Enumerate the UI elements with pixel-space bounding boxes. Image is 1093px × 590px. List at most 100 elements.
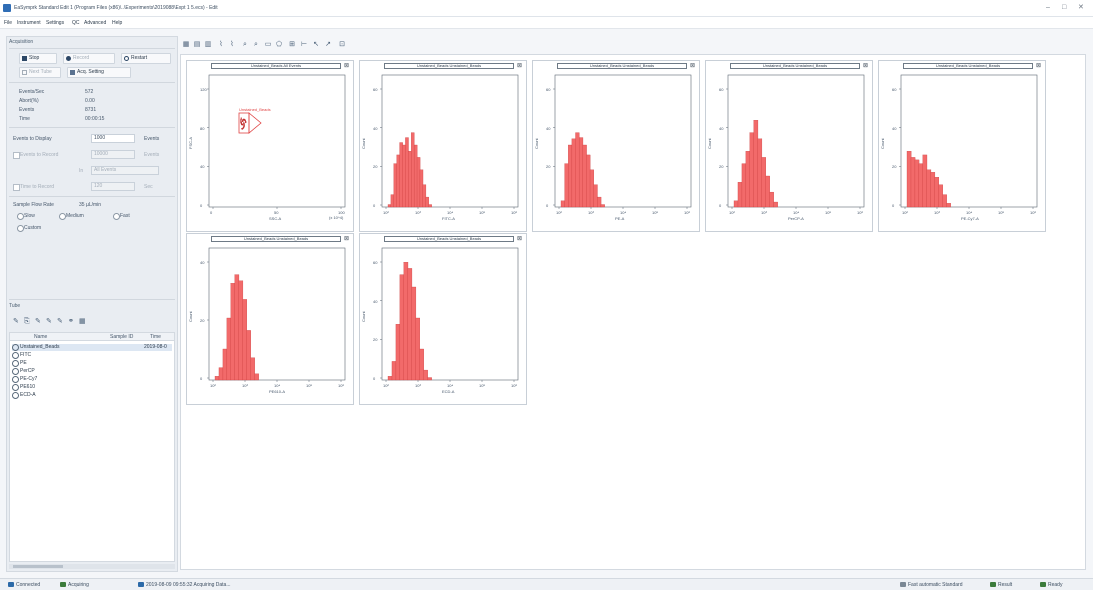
plot-panel[interactable]: Unstained_Beads Unstained_Beads ⊠ 10² 10³ 10… xyxy=(186,233,354,405)
plot-panel[interactable]: Unstained_Beads Unstained_Beads ⊠ 10² 10³ 10… xyxy=(532,60,700,232)
y-axis-label: Count xyxy=(361,311,366,322)
flow-medium-radio[interactable]: Medium xyxy=(59,213,84,220)
plot-panel[interactable]: Unstained_Beads All Events ⊠ 0 50 100 0 40 80 12… xyxy=(186,60,354,232)
x-tick-label: 10⁵ xyxy=(825,210,832,215)
grid-icon[interactable]: ▦ xyxy=(182,41,190,49)
plot-panel[interactable]: Unstained_Beads Unstained_Beads ⊠ 10² 10³ 10… xyxy=(359,60,527,232)
tube-header: Tube xyxy=(9,303,21,309)
divider xyxy=(9,48,175,49)
column-sample-id[interactable]: Sample ID xyxy=(110,334,133,340)
histogram-bin xyxy=(234,274,240,381)
poly-gate-icon[interactable]: ⬠ xyxy=(275,41,283,49)
plot-axes xyxy=(208,74,346,208)
zoom-out-icon[interactable]: ⌕ xyxy=(252,41,260,49)
histogram-bin xyxy=(753,120,759,208)
menu-qc[interactable]: QC xyxy=(72,20,80,26)
plot-close-icon[interactable]: ⊠ xyxy=(690,62,695,69)
plot-close-icon[interactable]: ⊠ xyxy=(517,235,522,242)
link-icon[interactable]: ⚭ xyxy=(68,318,75,326)
new-tube-icon[interactable]: ✎ xyxy=(13,318,20,326)
x-tick-label: 10² xyxy=(383,383,389,388)
restart-button[interactable]: Restart xyxy=(121,53,171,64)
y-tick-label: 120 xyxy=(200,87,207,92)
fit-icon[interactable]: ⊡ xyxy=(338,41,346,49)
zoom-in-icon[interactable]: ⌕ xyxy=(241,41,249,49)
x-tick-label: 10⁶ xyxy=(1030,210,1037,215)
stats-icon[interactable]: ▥ xyxy=(204,41,212,49)
flow-slow-radio[interactable]: Slow xyxy=(17,213,35,220)
histogram-bin xyxy=(405,137,409,208)
plot-close-icon[interactable]: ⊠ xyxy=(344,62,349,69)
time-to-record-checkbox[interactable]: Time to Record xyxy=(13,184,54,191)
pencil-icon[interactable]: ✎ xyxy=(46,318,53,326)
maximize-button[interactable]: □ xyxy=(1062,4,1066,12)
histogram-bin xyxy=(214,376,220,381)
pointer-icon[interactable]: ↖ xyxy=(312,41,320,49)
histogram-bin xyxy=(416,157,421,208)
layout-icon[interactable]: ▤ xyxy=(193,41,201,49)
histogram-bin xyxy=(238,280,244,381)
time-to-record-input[interactable]: 120 xyxy=(91,182,135,191)
plot-panel[interactable]: Unstained_Beads Unstained_Beads ⊠ 10² 10³ 10… xyxy=(878,60,1046,232)
edit-tube-icon[interactable]: ✎ xyxy=(35,318,42,326)
line-icon[interactable]: ⌇ xyxy=(228,41,236,49)
plot-panel[interactable]: Unstained_Beads Unstained_Beads ⊠ 10² 10³ 10… xyxy=(705,60,873,232)
tube-row[interactable]: PerCP xyxy=(12,368,172,375)
stop-button[interactable]: Stop xyxy=(19,53,57,64)
plot-close-icon[interactable]: ⊠ xyxy=(1036,62,1041,69)
pencil-icon[interactable]: ✎ xyxy=(57,318,64,326)
line-icon[interactable]: ⌇ xyxy=(217,41,225,49)
tube-list-scrollbar[interactable] xyxy=(9,564,175,569)
menu-advanced[interactable]: Advanced xyxy=(84,20,106,26)
plot-close-icon[interactable]: ⊠ xyxy=(344,235,349,242)
rect-gate-icon[interactable]: ▭ xyxy=(264,41,272,49)
divider xyxy=(9,127,175,128)
status-ready: Ready xyxy=(1040,582,1062,588)
tube-row[interactable]: PE-Cy7 xyxy=(12,376,172,383)
events-to-record-checkbox[interactable]: Events to Record xyxy=(13,152,58,159)
record-button[interactable]: Record xyxy=(63,53,115,64)
stop-label: Stop xyxy=(29,55,40,61)
x-tick-label: 10⁴ xyxy=(447,383,454,388)
flow-custom-radio[interactable]: Custom xyxy=(17,225,41,232)
gate-handle[interactable] xyxy=(248,112,262,134)
hist-gate-icon[interactable]: ⊢ xyxy=(300,41,308,49)
plot-title: Unstained_Beads Unstained_Beads xyxy=(557,63,687,69)
scatter-point xyxy=(243,124,245,127)
close-button[interactable]: ✕ xyxy=(1078,4,1084,12)
next-tube-button[interactable]: Next Tube xyxy=(19,67,61,78)
copy-tube-icon[interactable]: ⎘ xyxy=(24,318,31,326)
plot-panel[interactable]: Unstained_Beads Unstained_Beads ⊠ 10² 10³ 10… xyxy=(359,233,527,405)
x-tick-label: 10⁵ xyxy=(479,210,486,215)
x-tick-label: 10² xyxy=(729,210,735,215)
column-time[interactable]: Time xyxy=(150,334,161,340)
flow-fast-radio[interactable]: Fast xyxy=(113,213,130,220)
tube-row[interactable]: PE xyxy=(12,360,172,367)
x-tick-label: 10⁶ xyxy=(857,210,864,215)
flow-rate-label: Sample Flow Rate xyxy=(13,202,54,208)
tube-row[interactable]: FITC xyxy=(12,352,172,359)
arrow-icon[interactable]: ↗ xyxy=(324,41,332,49)
plot-close-icon[interactable]: ⊠ xyxy=(517,62,522,69)
status-standard: Fast automatic Standard xyxy=(900,582,962,588)
tube-row[interactable]: PE610 xyxy=(12,384,172,391)
events-to-display-input[interactable]: 1000 xyxy=(91,134,135,143)
y-axis-label: Count xyxy=(361,138,366,149)
acq-setting-button[interactable]: Acq. Setting xyxy=(67,67,131,78)
scatter-point xyxy=(240,118,242,121)
menu-instrument[interactable]: Instrument xyxy=(17,20,41,26)
menu-file[interactable]: File xyxy=(4,20,12,26)
minimize-button[interactable]: – xyxy=(1046,4,1050,12)
scroll-thumb[interactable] xyxy=(13,565,63,568)
quad-gate-icon[interactable]: ⊞ xyxy=(288,41,296,49)
events-to-record-input[interactable]: 10000 xyxy=(91,150,135,159)
plot-close-icon[interactable]: ⊠ xyxy=(863,62,868,69)
tube-row[interactable]: ECD-A xyxy=(12,392,172,399)
gate-label[interactable]: Unstained_Beads xyxy=(239,107,271,112)
menu-help[interactable]: Help xyxy=(112,20,122,26)
tube-row[interactable]: Unstained_Beads 2019-08-0 xyxy=(12,344,172,351)
menu-settings[interactable]: Settings xyxy=(46,20,64,26)
column-name[interactable]: Name xyxy=(34,334,47,340)
grid-icon[interactable]: ▦ xyxy=(79,318,86,326)
gate-select[interactable]: All Events xyxy=(91,166,159,175)
